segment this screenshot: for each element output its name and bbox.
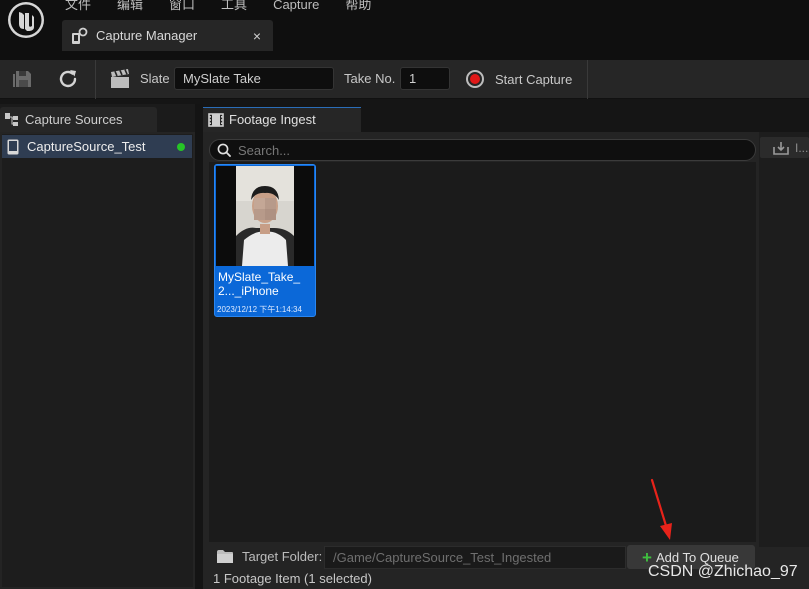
footage-status-text: 1 Footage Item (1 selected) [213, 571, 372, 586]
folder-icon [217, 550, 233, 563]
panel-splitter[interactable] [195, 104, 203, 589]
target-folder-input[interactable] [324, 546, 626, 569]
search-box[interactable] [209, 139, 756, 161]
toolbar-divider [95, 60, 96, 99]
menu-help[interactable]: 帮助 [332, 0, 384, 14]
take-number-input[interactable] [400, 67, 450, 90]
annotation-arrow-icon [650, 478, 672, 540]
tab-capture-sources[interactable]: Capture Sources [0, 107, 157, 132]
menu-window[interactable]: 窗口 [156, 0, 208, 14]
capture-sources-icon [5, 112, 18, 126]
search-icon [217, 143, 231, 157]
tab-label: Capture Manager [96, 28, 198, 43]
refresh-icon[interactable] [55, 66, 81, 92]
capture-sources-list [2, 134, 193, 587]
capture-source-label: CaptureSource_Test [27, 139, 146, 154]
menu-tools[interactable]: 工具 [208, 0, 260, 14]
start-capture-button[interactable]: Start Capture [466, 66, 572, 92]
footage-item-name: MySlate_Take_2..._iPhone [218, 270, 301, 298]
record-icon [466, 70, 484, 88]
watermark-text: CSDN @Zhichao_97 [648, 563, 798, 580]
menu-edit[interactable]: 编辑 [104, 0, 156, 14]
menu-file[interactable]: 文件 [65, 0, 104, 14]
menu-capture[interactable]: Capture [260, 0, 332, 14]
footage-item-date: 2023/12/12 下午1:14:34 [217, 305, 302, 314]
tab-footage-ingest[interactable]: Footage Ingest [203, 107, 361, 132]
phone-icon [7, 139, 19, 154]
start-capture-label: Start Capture [495, 71, 573, 87]
tab-capture-manager[interactable]: Capture Manager × [62, 20, 273, 51]
connection-status-icon [177, 142, 185, 151]
active-tab-indicator [203, 107, 361, 108]
tab-label: Footage Ingest [229, 112, 316, 127]
clapperboard-icon [111, 69, 129, 88]
tab-label: Capture Sources [25, 112, 123, 127]
save-icon[interactable] [10, 68, 36, 90]
menu-bar: 文件 编辑 窗口 工具 Capture 帮助 [65, 0, 384, 14]
target-folder-label: Target Folder: [242, 549, 323, 564]
film-icon [208, 112, 224, 127]
take-number-label: Take No. [344, 71, 396, 86]
close-icon[interactable]: × [253, 29, 261, 43]
import-icon [773, 141, 789, 155]
slate-input[interactable] [174, 67, 334, 90]
capture-source-item[interactable]: CaptureSource_Test [2, 135, 192, 158]
import-label: I... [795, 140, 809, 155]
search-input[interactable] [238, 141, 755, 159]
footage-thumbnail [216, 166, 314, 266]
slate-label: Slate [140, 71, 170, 86]
footage-side-strip [759, 132, 809, 547]
unreal-logo-icon[interactable] [5, 0, 47, 40]
toolbar-divider [587, 60, 588, 99]
capture-manager-icon [72, 27, 88, 44]
import-button[interactable]: I... [760, 137, 809, 158]
